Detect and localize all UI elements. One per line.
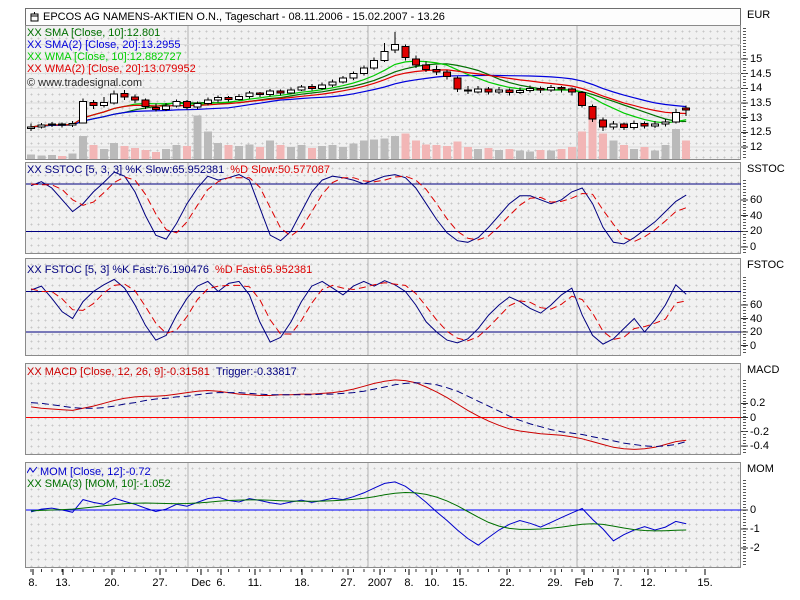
- macd-legend: XX MACD [Close, 12, 26, 9]:-0.31581 Trigg…: [27, 366, 297, 378]
- y-axis-tick-label: 12: [750, 141, 794, 153]
- legend-item: XX WMA [Close, 10]:12.882727: [27, 51, 182, 63]
- chart-title: EPCOS AG NAMENS-AKTIEN O.N., Tageschart …: [43, 11, 445, 23]
- price-axis-ruler: [743, 28, 746, 159]
- y-axis-tick-label: 14: [750, 82, 794, 94]
- legend-item: MOM [Close, 12]:-0.72: [27, 466, 151, 478]
- legend-item: XX WMA(2) [Close, 20]:13.079952: [27, 63, 196, 75]
- mom-legend: MOM [Close, 12]:-0.72XX SMA(3) [MOM, 10]…: [27, 466, 171, 490]
- x-axis-label: 13.: [55, 577, 70, 589]
- legend-item: %D Fast:65.952381: [215, 264, 312, 276]
- legend-item: XX SMA(2) [Close, 20]:13.2955: [27, 39, 180, 51]
- macd-axis-label: MACD: [747, 364, 779, 376]
- y-axis-tick-label: 0: [750, 340, 794, 352]
- x-axis-label: 15.: [452, 577, 467, 589]
- y-axis-tick-label: 60: [750, 194, 794, 206]
- y-axis-tick-label: -0.2: [750, 426, 794, 438]
- sstoc-axis-ruler: [743, 180, 746, 253]
- legend-item: Trigger:-0.33817: [216, 366, 297, 378]
- watermark: © www.tradesignal.com: [27, 77, 142, 89]
- y-axis-tick-label: 20: [750, 225, 794, 237]
- y-axis-tick-label: -0.4: [750, 440, 794, 452]
- x-axis-label: 8.: [404, 577, 413, 589]
- legend-item: XX SSTOC [5, 3, 3] %K Slow:65.952381: [27, 164, 224, 176]
- legend-item: XX MACD [Close, 12, 26, 9]:-0.31581: [27, 366, 210, 378]
- mom-axis-label: MOM: [747, 463, 774, 475]
- x-axis-label: 18.: [294, 577, 309, 589]
- y-axis-tick-label: 20: [750, 326, 794, 338]
- titlebar: EPCOS AG NAMENS-AKTIEN O.N., Tageschart …: [25, 8, 741, 25]
- x-axis-label: 27.: [340, 577, 355, 589]
- window-icon[interactable]: [30, 12, 39, 22]
- y-axis-tick-label: 12.5: [750, 126, 794, 138]
- legend-item: XX FSTOC [5, 3] %K Fast:76.190476: [27, 264, 209, 276]
- fstoc-legend: XX FSTOC [5, 3] %K Fast:76.190476 %D Fast…: [27, 264, 312, 276]
- x-axis-label: 7.: [613, 577, 622, 589]
- y-axis-tick-label: 0: [750, 504, 794, 516]
- mom-axis-ruler: [743, 480, 746, 567]
- x-axis-label: 8.: [28, 577, 37, 589]
- y-axis-tick-label: 13.5: [750, 97, 794, 109]
- y-axis-tick-label: 0: [750, 412, 794, 424]
- y-axis-tick-label: 0.2: [750, 397, 794, 409]
- x-axis-label: 10.: [424, 577, 439, 589]
- fstoc-axis-ruler: [743, 277, 746, 355]
- sstoc-axis-label: SSTOC: [747, 163, 785, 175]
- momentum-line-icon: [27, 466, 38, 475]
- tradesignal-chart-window: EPCOS AG NAMENS-AKTIEN O.N., Tageschart …: [0, 0, 800, 600]
- x-axis-label: 20.: [104, 577, 119, 589]
- legend-item: %D Slow:50.577087: [230, 164, 330, 176]
- y-axis-tick-label: 40: [750, 313, 794, 325]
- x-axis-label: Dec: [191, 577, 211, 589]
- y-axis-tick-label: 60: [750, 299, 794, 311]
- y-axis-tick-label: 40: [750, 210, 794, 222]
- x-axis-label: 29.: [547, 577, 562, 589]
- legend-item: XX SMA(3) [MOM, 10]:-1.052: [27, 478, 171, 490]
- x-axis-label: 2007: [368, 577, 392, 589]
- y-axis-tick-label: 0: [750, 241, 794, 253]
- x-axis-label: 12.: [640, 577, 655, 589]
- x-axis-label: 15.: [697, 577, 712, 589]
- x-axis-label: 6.: [216, 577, 225, 589]
- sstoc-legend: XX SSTOC [5, 3, 3] %K Slow:65.952381 %D S…: [27, 164, 330, 176]
- y-axis-tick-label: 15: [750, 53, 794, 65]
- fstoc-axis-label: FSTOC: [747, 259, 784, 271]
- macd-axis-ruler: [743, 380, 746, 454]
- y-axis-tick-label: 13: [750, 112, 794, 124]
- x-axis-label: 27.: [152, 577, 167, 589]
- x-axis-label: 22.: [499, 577, 514, 589]
- y-axis-tick-label: 14.5: [750, 68, 794, 80]
- legend-item: XX SMA [Close, 10]:12.801: [27, 27, 160, 39]
- price-legend: XX SMA [Close, 10]:12.801XX SMA(2) [Clos…: [27, 27, 196, 75]
- y-axis-tick-label: -1: [750, 523, 794, 535]
- price-axis-label: EUR: [747, 9, 770, 21]
- y-axis-tick-label: -2: [750, 542, 794, 554]
- x-axis-label: 11.: [248, 577, 262, 589]
- x-axis-label: Feb: [575, 577, 594, 589]
